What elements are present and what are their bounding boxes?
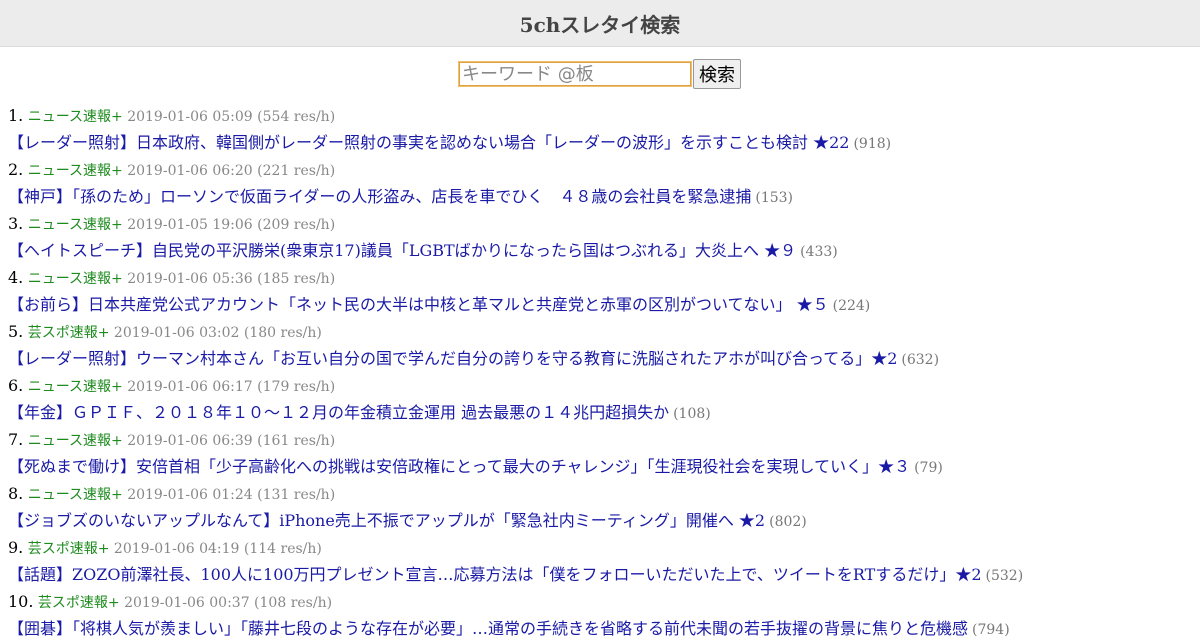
thread-title-link[interactable]: 【囲碁】「将棋人気が羨ましい」「藤井七段のような存在が必要」…通常の手続きを省略… — [8, 619, 968, 638]
thread-title-link[interactable]: 【話題】ZOZO前澤社長、100人に100万円プレゼント宣言…応募方法は「僕をフ… — [8, 565, 982, 584]
board-link[interactable]: ニュース速報+ — [28, 271, 123, 287]
result-meta: 2019-01-06 04:19 (114 res/h) — [113, 541, 322, 557]
thread-title-link[interactable]: 【レーダー照射】ウーマン村本さん「お互い自分の国で学んだ自分の誇りを守る教育に洗… — [8, 349, 897, 368]
result-number: 9. — [8, 538, 24, 557]
site-title[interactable]: 5chスレタイ検索 — [520, 9, 681, 38]
list-item: 4. ニュース速報+ 2019-01-06 05:36 (185 res/h) … — [8, 265, 1200, 319]
result-number: 2. — [8, 160, 24, 179]
board-link[interactable]: 芸スポ速報+ — [28, 325, 110, 341]
list-item: 5. 芸スポ速報+ 2019-01-06 03:02 (180 res/h) 【… — [8, 319, 1200, 373]
thread-title-link[interactable]: 【レーダー照射】日本政府、韓国側がレーダー照射の事実を認めない場合「レーダーの波… — [8, 133, 849, 152]
list-item: 2. ニュース速報+ 2019-01-06 06:20 (221 res/h) … — [8, 157, 1200, 211]
list-item: 8. ニュース速報+ 2019-01-06 01:24 (131 res/h) … — [8, 481, 1200, 535]
result-number: 1. — [8, 106, 24, 125]
list-item: 10. 芸スポ速報+ 2019-01-06 00:37 (108 res/h) … — [8, 589, 1200, 643]
result-meta: 2019-01-05 19:06 (209 res/h) — [127, 217, 336, 233]
board-link[interactable]: ニュース速報+ — [28, 379, 123, 395]
post-count: (153) — [755, 190, 794, 206]
result-meta: 2019-01-06 05:36 (185 res/h) — [127, 271, 336, 287]
list-item: 9. 芸スポ速報+ 2019-01-06 04:19 (114 res/h) 【… — [8, 535, 1200, 589]
result-meta: 2019-01-06 06:20 (221 res/h) — [127, 163, 336, 179]
board-link[interactable]: ニュース速報+ — [28, 433, 123, 449]
post-count: (108) — [673, 406, 711, 422]
result-number: 6. — [8, 376, 24, 395]
result-meta: 2019-01-06 06:17 (179 res/h) — [127, 379, 336, 395]
post-count: (802) — [769, 514, 807, 530]
post-count: (918) — [853, 136, 892, 152]
list-item: 6. ニュース速報+ 2019-01-06 06:17 (179 res/h) … — [8, 373, 1200, 427]
result-meta: 2019-01-06 03:02 (180 res/h) — [113, 325, 322, 341]
thread-title-link[interactable]: 【ジョブズのいないアップルなんて】iPhone売上不振でアップルが「緊急社内ミー… — [8, 511, 765, 530]
post-count: (632) — [901, 352, 940, 368]
post-count: (532) — [985, 568, 1024, 584]
result-number: 4. — [8, 268, 24, 287]
result-number: 5. — [8, 322, 24, 341]
result-meta: 2019-01-06 06:39 (161 res/h) — [127, 433, 336, 449]
board-link[interactable]: ニュース速報+ — [28, 487, 123, 503]
board-link[interactable]: 芸スポ速報+ — [38, 595, 120, 611]
site-header: 5chスレタイ検索 — [0, 0, 1200, 47]
result-meta: 2019-01-06 00:37 (108 res/h) — [124, 595, 333, 611]
search-button[interactable]: 検索 — [693, 59, 741, 89]
result-number: 3. — [8, 214, 24, 233]
thread-title-link[interactable]: 【神戸】「孫のため」ローソンで仮面ライダーの人形盗み、店長を車でひく ４８歳の会… — [8, 187, 751, 206]
result-number: 10. — [8, 592, 34, 611]
results-list: 1. ニュース速報+ 2019-01-06 05:09 (554 res/h) … — [0, 103, 1200, 643]
post-count: (794) — [972, 622, 1010, 638]
board-link[interactable]: 芸スポ速報+ — [28, 541, 110, 557]
post-count: (433) — [800, 244, 838, 260]
board-link[interactable]: ニュース速報+ — [28, 109, 123, 125]
board-link[interactable]: ニュース速報+ — [28, 163, 123, 179]
list-item: 7. ニュース速報+ 2019-01-06 06:39 (161 res/h) … — [8, 427, 1200, 481]
result-meta: 2019-01-06 01:24 (131 res/h) — [127, 487, 336, 503]
result-number: 7. — [8, 430, 24, 449]
result-meta: 2019-01-06 05:09 (554 res/h) — [127, 109, 336, 125]
board-link[interactable]: ニュース速報+ — [28, 217, 123, 233]
list-item: 3. ニュース速報+ 2019-01-05 19:06 (209 res/h) … — [8, 211, 1200, 265]
post-count: (79) — [914, 460, 943, 476]
search-input[interactable] — [458, 61, 692, 87]
thread-title-link[interactable]: 【年金】ＧＰＩＦ、２０１８年１０～１２月の年金積立金運用 過去最悪の１４兆円超損… — [8, 403, 669, 422]
result-number: 8. — [8, 484, 24, 503]
search-form: 検索 — [0, 59, 1200, 89]
thread-title-link[interactable]: 【お前ら】日本共産党公式アカウント「ネット民の大半は中核と革マルと共産党と赤軍の… — [8, 295, 829, 314]
post-count: (224) — [832, 298, 871, 314]
thread-title-link[interactable]: 【ヘイトスピーチ】自民党の平沢勝栄(衆東京17)議員「LGBTばかりになったら国… — [8, 241, 796, 260]
thread-title-link[interactable]: 【死ぬまで働け】安倍首相「少子高齢化への挑戦は安倍政権にとって最大のチャレンジ」… — [8, 457, 910, 476]
list-item: 1. ニュース速報+ 2019-01-06 05:09 (554 res/h) … — [8, 103, 1200, 157]
